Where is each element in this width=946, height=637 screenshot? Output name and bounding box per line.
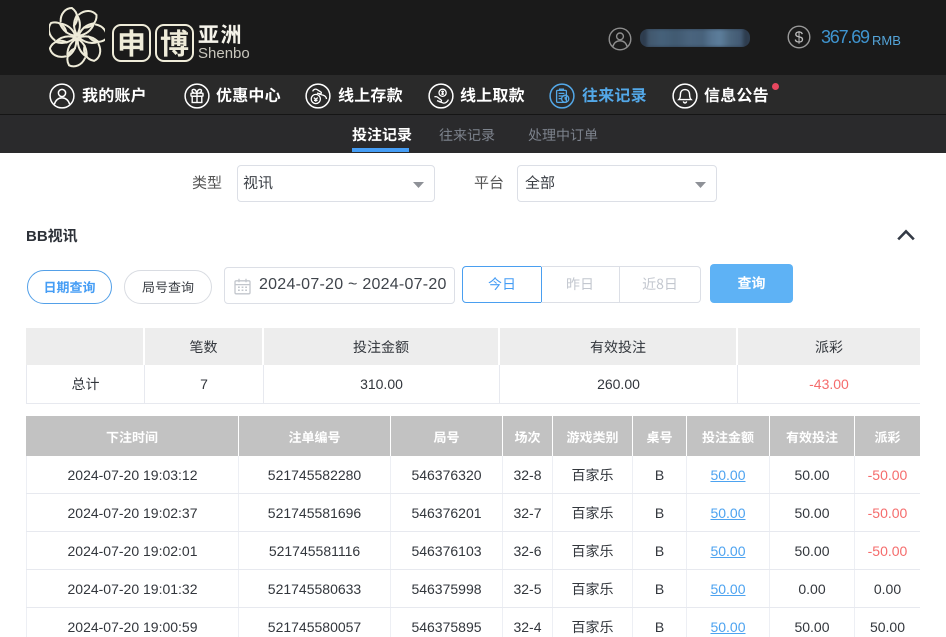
svg-text:$: $ [795,30,804,47]
